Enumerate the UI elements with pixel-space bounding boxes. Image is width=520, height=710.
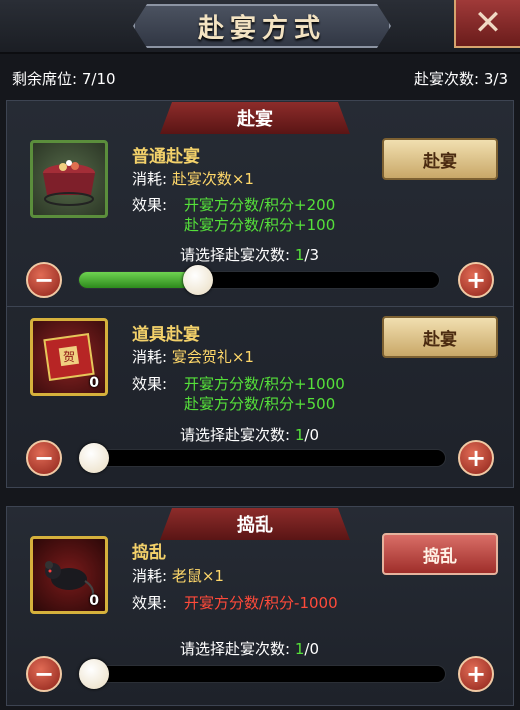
section-tab-disrupt: 捣乱 <box>160 508 350 540</box>
choose-count: 请选择赴宴次数: 1/3 <box>180 244 319 265</box>
increase-button[interactable]: + <box>458 440 494 476</box>
decrease-button[interactable]: − <box>26 656 62 692</box>
choose-label: 请选择赴宴次数: <box>180 426 291 444</box>
choose-num: 1 <box>294 246 305 264</box>
header-bar: 赴宴方式 ✕ <box>0 0 520 54</box>
decrease-button[interactable]: − <box>26 262 62 298</box>
rat-icon[interactable]: 0 <box>30 536 108 614</box>
slider-knob[interactable] <box>182 265 213 295</box>
cost-label: 消耗: <box>132 348 168 366</box>
choose-label: 请选择赴宴次数: <box>180 640 291 658</box>
slider-fill <box>79 272 198 288</box>
section-tab-attend: 赴宴 <box>160 102 350 134</box>
attend-button[interactable]: 赴宴 <box>382 138 498 180</box>
cost-row: 消耗: 宴会贺礼×1 <box>132 346 254 367</box>
attend-count: 赴宴次数: 3/3 <box>414 68 508 89</box>
item-count: 0 <box>89 375 99 391</box>
count-slider[interactable] <box>78 265 440 295</box>
slider-knob[interactable] <box>79 659 109 689</box>
choose-total: /3 <box>304 246 319 264</box>
svg-text:贺: 贺 <box>63 350 75 364</box>
choose-count: 请选择赴宴次数: 1/0 <box>180 424 319 445</box>
effect-label: 效果: <box>132 196 168 214</box>
seats-value: 7/10 <box>81 70 116 88</box>
decrease-button[interactable]: − <box>26 440 62 476</box>
count-slider[interactable] <box>78 659 446 689</box>
cost-label: 消耗: <box>132 567 168 585</box>
close-button[interactable]: ✕ <box>454 0 520 48</box>
times-label: 赴宴次数: <box>414 70 480 88</box>
cost-row: 消耗: 老鼠×1 <box>132 565 224 586</box>
choose-total: /0 <box>304 640 319 658</box>
increase-button[interactable]: + <box>458 656 494 692</box>
close-icon: ✕ <box>473 3 503 43</box>
page-title: 赴宴方式 <box>197 13 326 44</box>
effect-line-2: 赴宴方分数/积分+100 <box>184 216 336 234</box>
prop-attend-button[interactable]: 赴宴 <box>382 316 498 358</box>
cost-label: 消耗: <box>132 170 168 188</box>
divider <box>6 306 514 307</box>
slider-knob[interactable] <box>79 443 109 473</box>
item-name: 普通赴宴 <box>132 147 200 167</box>
effect-line-2: 赴宴方分数/积分+500 <box>184 395 336 413</box>
increase-button[interactable]: + <box>458 262 494 298</box>
choose-label: 请选择赴宴次数: <box>180 246 291 264</box>
remaining-seats: 剩余席位: 7/10 <box>12 68 116 89</box>
cost-value: 宴会贺礼×1 <box>171 348 254 366</box>
item-name: 道具赴宴 <box>132 325 200 345</box>
disrupt-button[interactable]: 捣乱 <box>382 533 498 575</box>
title-plate: 赴宴方式 <box>133 4 391 48</box>
choose-num: 1 <box>294 640 305 658</box>
choose-num: 1 <box>294 426 305 444</box>
times-value: 3/3 <box>483 70 508 88</box>
seats-label: 剩余席位: <box>12 70 78 88</box>
gift-box-icon[interactable]: 贺 0 <box>30 318 108 396</box>
cost-row: 消耗: 赴宴次数×1 <box>132 168 254 189</box>
count-slider[interactable] <box>78 443 446 473</box>
banquet-table-icon[interactable] <box>30 140 108 218</box>
effect-line-1: 开宴方分数/积分+200 <box>184 196 336 214</box>
effect-label: 效果: <box>132 375 168 393</box>
effect-line-1: 开宴方分数/积分+1000 <box>184 375 345 393</box>
effect-line-1: 开宴方分数/积分-1000 <box>184 594 338 612</box>
effect-label: 效果: <box>132 594 168 612</box>
item-name: 捣乱 <box>132 543 166 563</box>
cost-value: 老鼠×1 <box>171 567 224 585</box>
item-count: 0 <box>89 593 99 609</box>
cost-value: 赴宴次数×1 <box>171 170 254 188</box>
choose-count: 请选择赴宴次数: 1/0 <box>180 638 319 659</box>
choose-total: /0 <box>304 426 319 444</box>
